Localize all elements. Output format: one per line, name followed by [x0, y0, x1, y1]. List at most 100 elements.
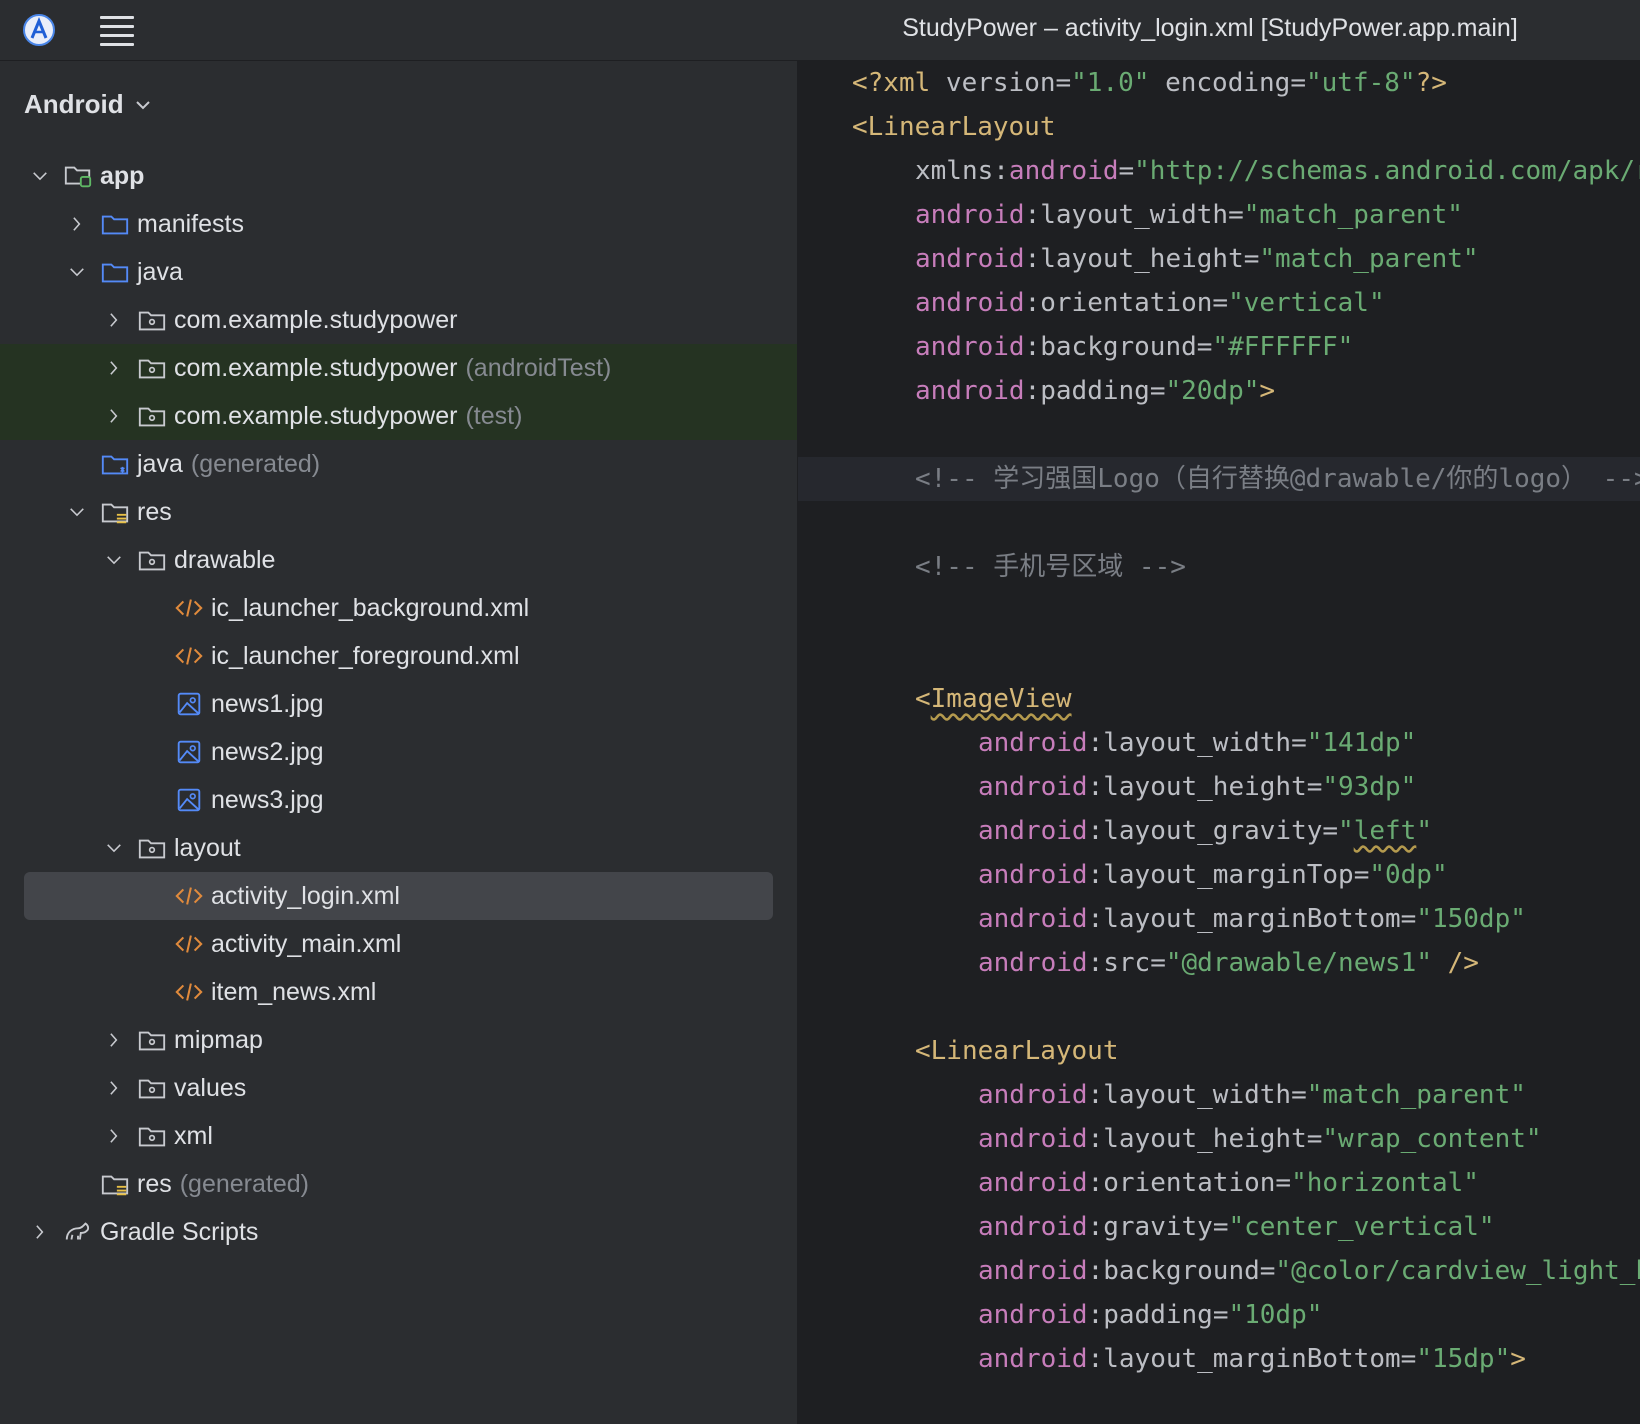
code-line[interactable]: xmlns:android="http://schemas.android.co… [798, 149, 1640, 193]
xml-file-icon [173, 592, 205, 624]
code-token: "match_parent" [1259, 244, 1479, 274]
tree-node[interactable]: values [0, 1064, 797, 1112]
tree-node[interactable]: activity_login.xml [0, 872, 797, 920]
chevron-right-icon[interactable] [100, 354, 128, 382]
code-token: " [1416, 816, 1432, 846]
tree-node[interactable]: com.example.studypower (androidTest) [0, 344, 797, 392]
chevron-right-icon[interactable] [100, 1074, 128, 1102]
code-line[interactable]: <ImageView [798, 677, 1640, 721]
code-line[interactable]: android:layout_gravity="left" [798, 809, 1640, 853]
code-line[interactable]: android:orientation="vertical" [798, 281, 1640, 325]
gradle-icon [62, 1216, 94, 1248]
tree-node-hint: (generated) [179, 1169, 309, 1198]
tree-node[interactable]: Gradle Scripts [0, 1208, 797, 1256]
tree-node-label: java [137, 257, 183, 286]
tree-node[interactable]: ic_launcher_background.xml [0, 584, 797, 632]
tree-node[interactable]: res (generated) [0, 1160, 797, 1208]
code-token: = [1400, 1344, 1417, 1374]
tree-node[interactable]: ic_launcher_foreground.xml [0, 632, 797, 680]
folder-icon [99, 208, 131, 240]
project-panel: Android app manifests java com.example.stud… [0, 61, 798, 1424]
chevron-down-icon[interactable] [63, 498, 91, 526]
code-line[interactable]: android:layout_marginBottom="15dp"> [798, 1337, 1640, 1381]
code-line[interactable]: android:padding="20dp"> [798, 369, 1640, 413]
tree-node-label: res [137, 1169, 172, 1198]
code-line[interactable]: android:layout_width="141dp" [798, 721, 1640, 765]
chevron-right-icon[interactable] [26, 1218, 54, 1246]
android-studio-logo-icon[interactable] [22, 13, 56, 47]
chevron-down-icon[interactable] [100, 834, 128, 862]
code-token: :layout_marginBottom [1087, 1344, 1401, 1374]
package-icon [136, 304, 168, 336]
code-editor[interactable]: <?xml version="1.0" encoding="utf-8"?> <L… [798, 61, 1640, 1424]
tree-node[interactable]: java (generated) [0, 440, 797, 488]
chevron-down-icon[interactable] [100, 546, 128, 574]
tree-node[interactable]: mipmap [0, 1016, 797, 1064]
code-token: "center_vertical" [1228, 1212, 1495, 1242]
tree-node[interactable]: news3.jpg [0, 776, 797, 824]
tree-node-label: news1.jpg [211, 689, 324, 718]
chevron-right-icon[interactable] [100, 1122, 128, 1150]
tree-node[interactable]: manifests [0, 200, 797, 248]
code-line[interactable]: <LinearLayout [798, 1029, 1640, 1073]
tree-node[interactable]: com.example.studypower [0, 296, 797, 344]
xml-file-icon [173, 880, 205, 912]
code-token: <LinearLayout [915, 1036, 1119, 1066]
code-line[interactable]: android:layout_marginBottom="150dp" [798, 897, 1640, 941]
code-token: :layout_marginTop [1087, 860, 1354, 890]
tree-node[interactable]: drawable [0, 536, 797, 584]
project-view-selector[interactable]: Android [24, 89, 152, 120]
code-token: :background [1087, 1256, 1260, 1286]
code-token: = [1055, 68, 1072, 98]
code-line[interactable]: <LinearLayout [798, 105, 1640, 149]
tree-node-label: com.example.studypower [174, 305, 458, 334]
chevron-right-icon[interactable] [63, 210, 91, 238]
code-line[interactable]: android:gravity="center_vertical" [798, 1205, 1640, 1249]
tree-node[interactable]: activity_main.xml [0, 920, 797, 968]
package-icon [136, 1120, 168, 1152]
code-line[interactable]: android:layout_height="wrap_content" [798, 1117, 1640, 1161]
tree-node-label: news2.jpg [211, 737, 324, 766]
image-file-icon [173, 736, 205, 768]
tree-node[interactable]: java [0, 248, 797, 296]
tree-node[interactable]: app [0, 152, 797, 200]
code-line[interactable]: android:layout_height="93dp" [798, 765, 1640, 809]
tree-node-label: java [137, 449, 183, 478]
code-line[interactable]: android:padding="10dp" [798, 1293, 1640, 1337]
chevron-right-icon[interactable] [100, 306, 128, 334]
main-menu-icon[interactable] [100, 14, 134, 46]
image-file-icon [173, 688, 205, 720]
code-line[interactable]: <?xml version="1.0" encoding="utf-8"?> [798, 61, 1640, 105]
code-line[interactable]: <!-- 学习强国Logo（自行替换@drawable/你的logo） --> [798, 457, 1640, 501]
tree-node-label: item_news.xml [211, 977, 377, 1006]
chevron-down-icon[interactable] [26, 162, 54, 190]
code-line[interactable]: android:background="#FFFFFF" [798, 325, 1640, 369]
code-token: "match_parent" [1306, 1080, 1526, 1110]
chevron-right-icon[interactable] [100, 402, 128, 430]
code-token: = [1322, 816, 1339, 846]
tree-node[interactable]: news2.jpg [0, 728, 797, 776]
chevron-down-icon[interactable] [63, 258, 91, 286]
xml-file-icon [173, 928, 205, 960]
code-line[interactable]: android:layout_width="match_parent" [798, 193, 1640, 237]
tree-node[interactable]: news1.jpg [0, 680, 797, 728]
module-folder-icon [62, 160, 94, 192]
tree-node[interactable]: com.example.studypower (test) [0, 392, 797, 440]
code-line[interactable]: android:layout_height="match_parent" [798, 237, 1640, 281]
tree-node[interactable]: item_news.xml [0, 968, 797, 1016]
code-line[interactable]: android:layout_marginTop="0dp" [798, 853, 1640, 897]
chevron-right-icon[interactable] [100, 1026, 128, 1054]
tree-node[interactable]: layout [0, 824, 797, 872]
code-line[interactable]: android:layout_width="match_parent" [798, 1073, 1640, 1117]
code-line[interactable]: android:src="@drawable/news1" /> [798, 941, 1640, 985]
code-line[interactable]: <!-- 手机号区域 --> [798, 545, 1640, 589]
code-token: "vertical" [1228, 288, 1385, 318]
tree-node[interactable]: res [0, 488, 797, 536]
tree-node[interactable]: xml [0, 1112, 797, 1160]
code-line[interactable]: android:orientation="horizontal" [798, 1161, 1640, 1205]
code-token: :layout_height [1087, 1124, 1307, 1154]
code-token: android [978, 860, 1088, 890]
code-line[interactable]: android:background="@color/cardview_ligh… [798, 1249, 1640, 1293]
